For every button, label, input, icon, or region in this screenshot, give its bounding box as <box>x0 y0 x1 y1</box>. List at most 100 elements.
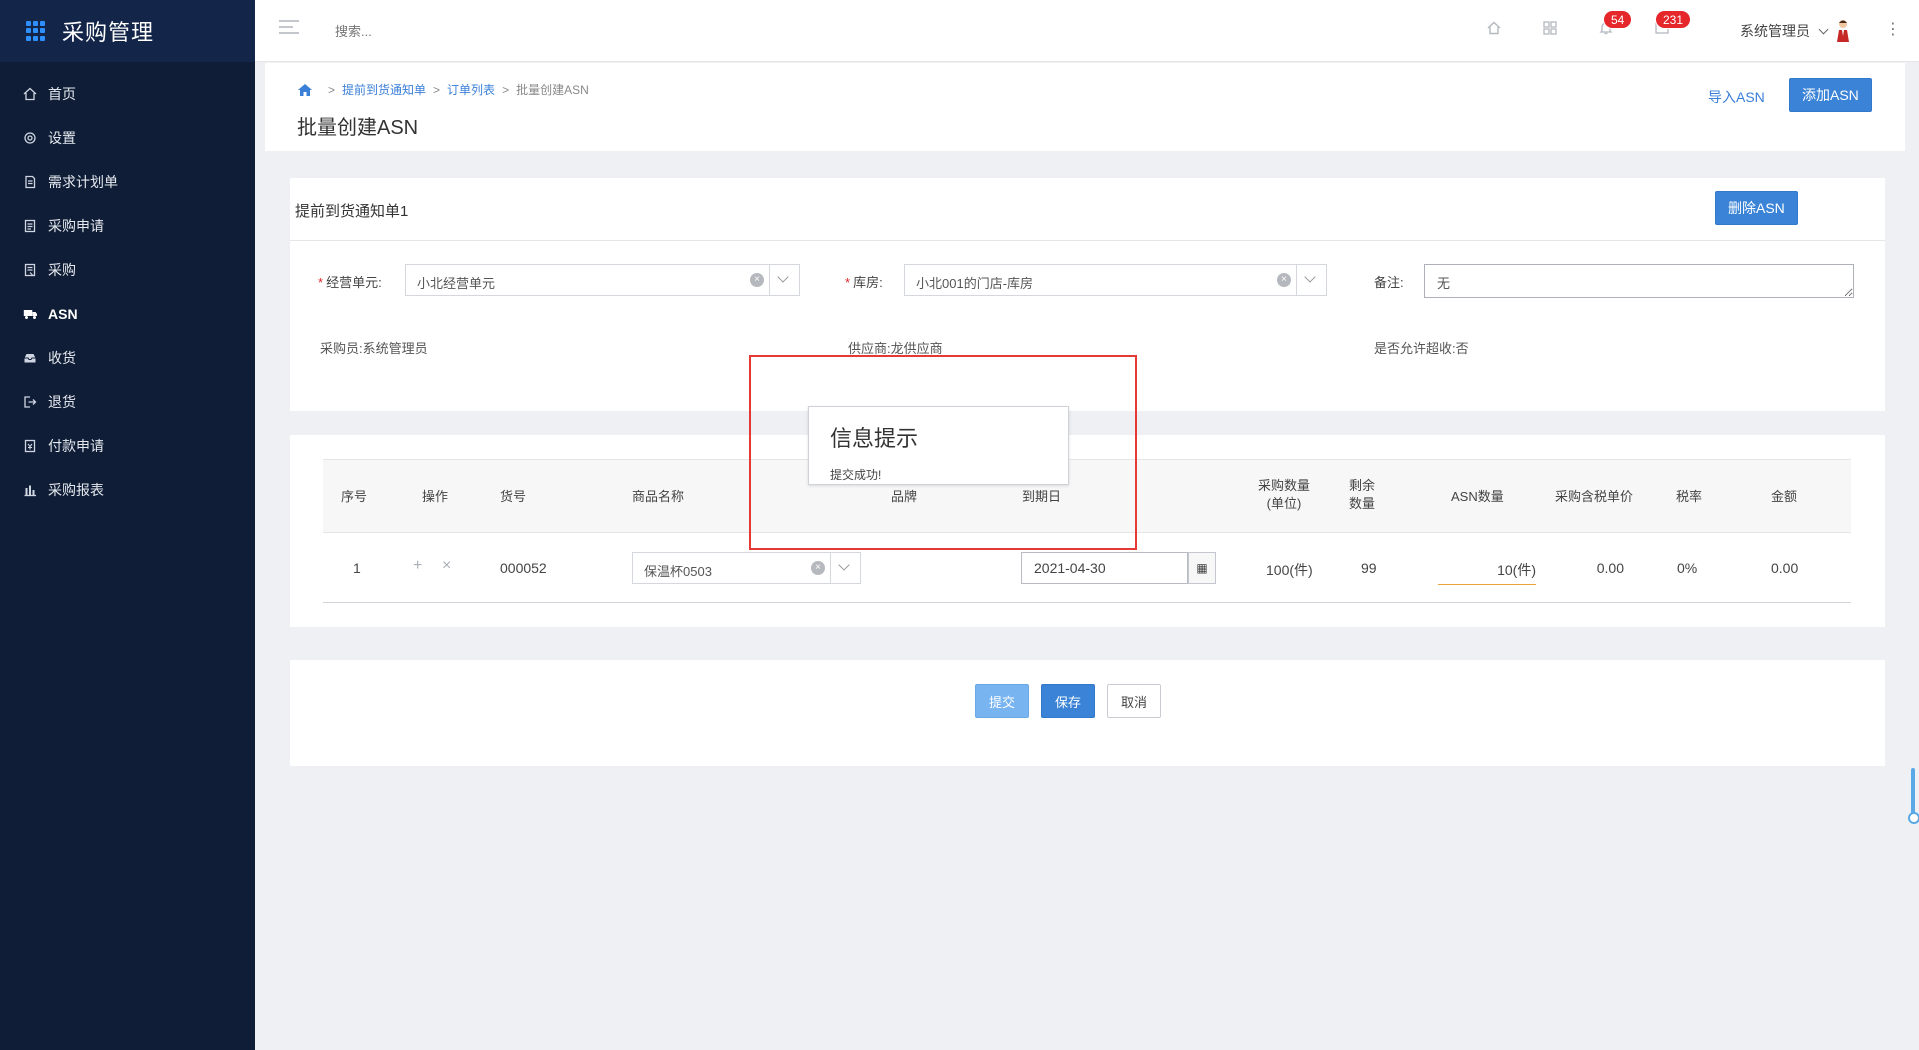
import-asn-button[interactable]: 导入ASN <box>1708 87 1765 107</box>
search-input[interactable] <box>335 18 555 44</box>
sidebar-item-demand-plan[interactable]: 需求计划单 <box>0 160 255 204</box>
menu-toggle-icon[interactable] <box>279 20 299 40</box>
header-index: 序号 <box>341 489 368 504</box>
notifications-badge: 54 <box>1603 10 1633 29</box>
overdelivery-info: 是否允许超收:否 <box>1374 341 1469 356</box>
save-button[interactable]: 保存 <box>1041 684 1096 718</box>
top-header: 54 231 系统管理员 ⋮ <box>255 0 1919 62</box>
sidebar-item-label: 首页 <box>48 86 76 102</box>
header-remaining: 剩余 数量 <box>1349 478 1376 511</box>
sidebar-item-label: 采购报表 <box>48 482 104 498</box>
breadcrumb-order-list[interactable]: 订单列表 <box>447 81 495 98</box>
asn-qty-input[interactable]: 10(件) <box>1468 560 1536 580</box>
row-tax-rate: 0% <box>1677 560 1698 576</box>
cancel-button[interactable]: 取消 <box>1107 684 1162 718</box>
warehouse-label: * 库房: <box>845 275 883 290</box>
sidebar-item-receiving[interactable]: 收货 <box>0 336 255 380</box>
sidebar-item-asn[interactable]: ASN <box>0 292 255 336</box>
sidebar-item-label: 采购 <box>48 262 76 278</box>
bar-chart-icon <box>22 482 38 498</box>
document-icon <box>22 174 38 190</box>
apps-grid-icon <box>26 21 46 41</box>
sidebar: 采购管理 首页 设置 需求计划单 采购申请 采购 ASN 收货 退货 付款申请 … <box>0 0 255 1050</box>
calendar-icon[interactable]: ▦ <box>1188 552 1216 584</box>
due-date-input[interactable]: 2021-04-30 <box>1021 552 1188 584</box>
clear-icon[interactable]: × <box>1277 273 1291 287</box>
app-logo[interactable]: 采购管理 <box>0 0 255 62</box>
payment-icon <box>22 438 38 454</box>
return-icon <box>22 394 38 410</box>
product-value: 保温杯0503 <box>644 564 712 579</box>
submit-button[interactable]: 提交 <box>975 684 1030 718</box>
remark-textarea[interactable]: 无 <box>1424 264 1854 298</box>
header-sku: 货号 <box>500 489 527 504</box>
actions-card: 提交 保存 取消 <box>290 660 1885 766</box>
row-purchase-qty: 100(件) <box>1266 562 1313 578</box>
chevron-down-icon[interactable] <box>1296 265 1326 295</box>
user-name: 系统管理员 <box>1740 23 1810 39</box>
chevron-down-icon[interactable] <box>830 553 860 583</box>
page-title: 批量创建ASN <box>297 117 419 139</box>
asn-card-title: 提前到货通知单1 <box>295 203 409 220</box>
warehouse-select[interactable]: 小北001的门店-库房 × <box>904 264 1327 296</box>
delete-row-icon[interactable]: × <box>442 557 451 575</box>
list-icon <box>22 262 38 278</box>
avatar[interactable] <box>1833 18 1853 42</box>
breadcrumb-separator: > <box>433 82 441 97</box>
add-row-icon[interactable]: + <box>413 557 422 575</box>
sidebar-item-purchase-report[interactable]: 采购报表 <box>0 468 255 512</box>
sidebar-item-label: 付款申请 <box>48 438 104 454</box>
product-select[interactable]: 保温杯0503 × <box>632 552 861 584</box>
dialog-title: 信息提示 <box>830 426 919 451</box>
business-unit-select[interactable]: 小北经营单元 × <box>405 264 800 296</box>
sidebar-item-settings[interactable]: 设置 <box>0 116 255 160</box>
breadcrumb-advance-notice[interactable]: 提前到货通知单 <box>342 81 426 98</box>
buyer-info: 采购员:系统管理员 <box>320 341 428 356</box>
warehouse-value: 小北001的门店-库房 <box>916 276 1034 291</box>
row-amount: 0.00 <box>1771 560 1799 576</box>
breadcrumb-current: 批量创建ASN <box>516 83 589 97</box>
inbox-icon <box>22 350 38 366</box>
breadcrumb-separator: > <box>328 82 336 97</box>
clear-icon[interactable]: × <box>811 561 825 575</box>
home-icon[interactable] <box>297 83 313 97</box>
row-remaining: 99 <box>1361 560 1377 576</box>
header-unit-price: 采购含税单价 <box>1555 489 1634 504</box>
sidebar-item-return[interactable]: 退货 <box>0 380 255 424</box>
chevron-down-icon[interactable] <box>769 265 799 295</box>
truck-icon <box>22 306 38 322</box>
clear-icon[interactable]: × <box>750 273 764 287</box>
scroll-indicator[interactable] <box>1908 768 1919 824</box>
business-unit-label: * 经营单元: <box>318 275 382 290</box>
asn-qty-underline <box>1438 584 1536 585</box>
sidebar-item-purchase[interactable]: 采购 <box>0 248 255 292</box>
breadcrumb: > 提前到货通知单 > 订单列表 > 批量创建ASN <box>297 81 589 98</box>
home-icon[interactable] <box>1485 20 1503 38</box>
header-tax-rate: 税率 <box>1676 489 1703 504</box>
divider <box>290 240 1885 241</box>
user-menu[interactable]: 系统管理员 <box>1740 21 1829 41</box>
header-amount: 金额 <box>1771 489 1798 504</box>
sidebar-item-home[interactable]: 首页 <box>0 72 255 116</box>
sidebar-item-label: 需求计划单 <box>48 174 118 190</box>
header-asn-qty: ASN数量 <box>1451 489 1504 504</box>
sidebar-item-label: 采购申请 <box>48 218 104 234</box>
gear-icon <box>22 130 38 146</box>
sidebar-item-label: 收货 <box>48 350 76 366</box>
row-unit-price: 0.00 <box>1596 560 1624 576</box>
apps-icon[interactable] <box>1541 20 1559 38</box>
sidebar-item-purchase-request[interactable]: 采购申请 <box>0 204 255 248</box>
row-sku: 000052 <box>500 560 547 576</box>
messages-badge: 231 <box>1655 10 1692 29</box>
row-index: 1 <box>353 560 361 576</box>
dialog-message: 提交成功! <box>830 468 882 482</box>
header-purchase-qty: 采购数量 (单位) <box>1258 478 1311 511</box>
sidebar-item-payment-request[interactable]: 付款申请 <box>0 424 255 468</box>
delete-asn-button[interactable]: 删除ASN <box>1715 191 1798 225</box>
header-product: 商品名称 <box>632 489 685 504</box>
header-action: 操作 <box>422 489 449 504</box>
add-asn-button[interactable]: 添加ASN <box>1789 78 1872 112</box>
sidebar-item-label: ASN <box>48 306 78 322</box>
more-vertical-icon[interactable]: ⋮ <box>1885 19 1901 39</box>
sidebar-item-label: 退货 <box>48 394 76 410</box>
